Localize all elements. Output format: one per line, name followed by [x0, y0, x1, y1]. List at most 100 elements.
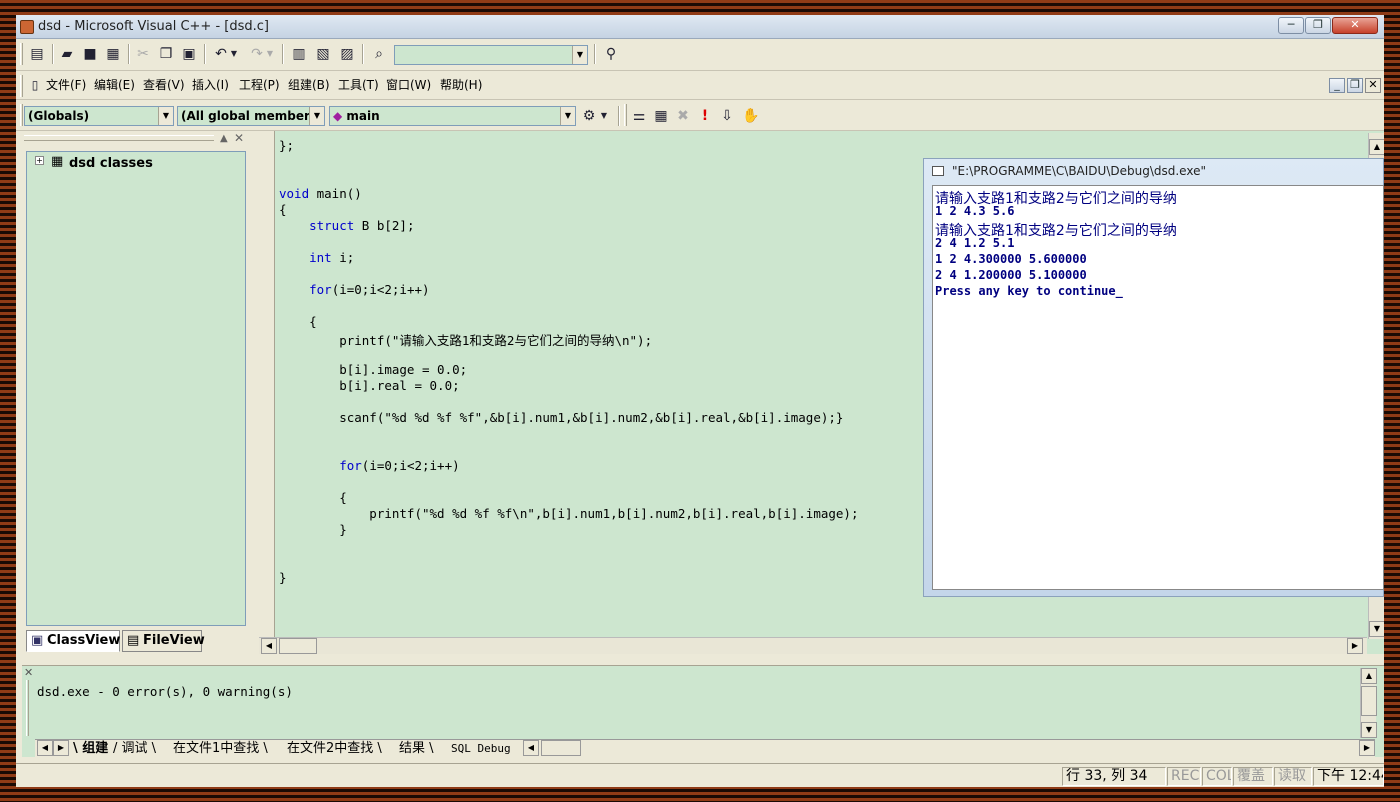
class-tree[interactable]: + ▦ dsd classes	[26, 151, 246, 626]
scroll-up-icon[interactable]: ▲	[1369, 139, 1384, 155]
menu-help[interactable]: 帮助(H)	[440, 72, 482, 98]
search-icon[interactable]: ⚲	[600, 43, 622, 65]
undo-dropdown-icon[interactable]: ▼	[228, 43, 240, 65]
panel-close-icon[interactable]: ✕	[234, 131, 244, 145]
scroll-up-icon[interactable]: ▲	[1361, 668, 1377, 684]
buildbar-grip[interactable]	[624, 104, 627, 126]
filter-combo[interactable]: (All global members ▼	[177, 106, 325, 126]
toolbar-grip[interactable]	[20, 43, 23, 65]
code-line[interactable]: b[i].real = 0.0;	[279, 378, 459, 393]
wizard-action-icon[interactable]: ⚙	[578, 105, 600, 127]
execute-icon[interactable]: !	[694, 105, 716, 127]
tab-results[interactable]: 结果 \	[399, 740, 434, 758]
cut-icon[interactable]: ✂	[132, 43, 154, 65]
console-output[interactable]: 请输入支路1和支路2与它们之间的导纳 1 2 4.3 5.6 请输入支路1和支路2与…	[932, 185, 1384, 590]
go-icon[interactable]: ⇩	[716, 105, 738, 127]
code-line[interactable]: {	[279, 490, 347, 505]
copy-icon[interactable]: ❐	[155, 43, 177, 65]
save-all-icon[interactable]: ▦	[102, 43, 124, 65]
tab-debug[interactable]: / 调试 \	[113, 740, 156, 758]
scroll-right-icon[interactable]: ▶	[1347, 638, 1363, 654]
scroll-down-icon[interactable]: ▼	[1361, 722, 1377, 738]
tab-find-in-files-1[interactable]: 在文件1中查找 \	[173, 740, 268, 758]
code-line[interactable]: {	[279, 314, 317, 329]
minimize-button[interactable]: ─	[1278, 17, 1304, 34]
code-line[interactable]: for(i=0;i<2;i++)	[279, 458, 459, 473]
tab-sql-debug[interactable]: SQL Debug	[451, 740, 511, 758]
wizardbar-grip[interactable]	[20, 104, 23, 126]
menu-file[interactable]: 文件(F)	[46, 72, 86, 98]
compile-icon[interactable]: ⚌	[628, 105, 650, 127]
scroll-thumb[interactable]	[541, 740, 581, 756]
code-line[interactable]: void main()	[279, 186, 362, 201]
menu-project[interactable]: 工程(P)	[239, 72, 280, 98]
menu-window[interactable]: 窗口(W)	[386, 72, 431, 98]
paste-icon[interactable]: ▣	[178, 43, 200, 65]
chevron-down-icon[interactable]: ▼	[309, 107, 324, 125]
chevron-down-icon[interactable]: ▼	[560, 107, 575, 125]
chevron-down-icon[interactable]: ▼	[158, 107, 173, 125]
redo-dropdown-icon[interactable]: ▼	[264, 43, 276, 65]
menu-view[interactable]: 查看(V)	[143, 72, 185, 98]
scroll-thumb[interactable]	[1361, 686, 1377, 716]
code-line[interactable]: for(i=0;i<2;i++)	[279, 282, 429, 297]
scroll-left-icon[interactable]: ◀	[523, 740, 539, 756]
tab-scroll-right-icon[interactable]: ▶	[53, 740, 69, 756]
console-window[interactable]: "E:\PROGRAMME\C\BAIDU\Debug\dsd.exe" 请输入…	[923, 158, 1384, 597]
breakpoint-hand-icon[interactable]: ✋	[740, 105, 762, 127]
find-combo[interactable]: ▼	[394, 45, 588, 65]
output-vertical-scrollbar[interactable]: ▲ ▼	[1360, 668, 1377, 738]
output-close-icon[interactable]: ✕	[24, 666, 33, 679]
build-icon[interactable]: ▦	[650, 105, 672, 127]
stop-build-icon[interactable]: ✖	[672, 105, 694, 127]
output-grip[interactable]	[26, 680, 29, 736]
tab-fileview-label: FileView	[143, 633, 205, 648]
window-list-icon[interactable]: ▨	[336, 43, 358, 65]
menu-build[interactable]: 组建(B)	[288, 72, 330, 98]
code-line[interactable]: };	[279, 138, 294, 153]
code-line[interactable]: struct B b[2];	[279, 218, 414, 233]
save-icon[interactable]: ■	[79, 43, 101, 65]
scroll-right-icon[interactable]: ▶	[1359, 740, 1375, 756]
menubar-grip[interactable]	[20, 75, 23, 97]
code-line[interactable]: b[i].image = 0.0;	[279, 362, 467, 377]
output-window-icon[interactable]: ▧	[312, 43, 334, 65]
code-line[interactable]: {	[279, 202, 287, 217]
tab-fileview[interactable]: ▤ FileView	[122, 630, 205, 652]
wizard-action-dropdown-icon[interactable]: ▼	[598, 105, 610, 127]
tab-build[interactable]: \ 组建	[73, 740, 108, 758]
open-folder-icon[interactable]: ▰	[56, 43, 78, 65]
member-combo[interactable]: ◆ main ▼	[329, 106, 576, 126]
code-line[interactable]: }	[279, 522, 347, 537]
expand-icon[interactable]: +	[35, 156, 44, 165]
tree-root-label[interactable]: dsd classes	[69, 156, 153, 171]
mdi-minimize-button[interactable]: _	[1329, 78, 1345, 93]
tab-find-in-files-2[interactable]: 在文件2中查找 \	[287, 740, 382, 758]
panel-grip[interactable]	[24, 135, 214, 141]
scroll-left-icon[interactable]: ◀	[261, 638, 277, 654]
workspace-window-icon[interactable]: ▥	[288, 43, 310, 65]
chevron-down-icon[interactable]: ▼	[572, 46, 587, 64]
scroll-down-icon[interactable]: ▼	[1369, 621, 1384, 637]
code-line[interactable]: printf("请输入支路1和支路2与它们之间的导纳\n");	[279, 330, 652, 349]
tab-sql-debug-label: SQL Debug	[451, 742, 511, 755]
code-line[interactable]: scanf("%d %d %f %f",&b[i].num1,&b[i].num…	[279, 410, 843, 425]
panel-maximize-icon[interactable]: ▲	[220, 133, 228, 144]
menu-tools[interactable]: 工具(T)	[338, 72, 379, 98]
mdi-restore-button[interactable]: ❐	[1347, 78, 1363, 93]
tab-classview[interactable]: ▣ ClassView	[26, 630, 120, 652]
close-button[interactable]: ✕	[1332, 17, 1378, 34]
class-combo[interactable]: (Globals) ▼	[24, 106, 174, 126]
maximize-button[interactable]: ❐	[1305, 17, 1331, 34]
mdi-close-button[interactable]: ✕	[1365, 78, 1381, 93]
code-line[interactable]: int i;	[279, 250, 354, 265]
find-in-files-icon[interactable]: ⌕	[368, 43, 390, 65]
code-line[interactable]: }	[279, 570, 287, 585]
tab-scroll-left-icon[interactable]: ◀	[37, 740, 53, 756]
menu-edit[interactable]: 编辑(E)	[94, 72, 135, 98]
editor-horizontal-scrollbar[interactable]: ◀ ▶	[259, 637, 1367, 654]
scroll-thumb[interactable]	[279, 638, 317, 654]
code-line[interactable]: printf("%d %d %f %f\n",b[i].num1,b[i].nu…	[279, 506, 858, 521]
menu-insert[interactable]: 插入(I)	[192, 72, 229, 98]
new-file-icon[interactable]: ▤	[26, 43, 48, 65]
